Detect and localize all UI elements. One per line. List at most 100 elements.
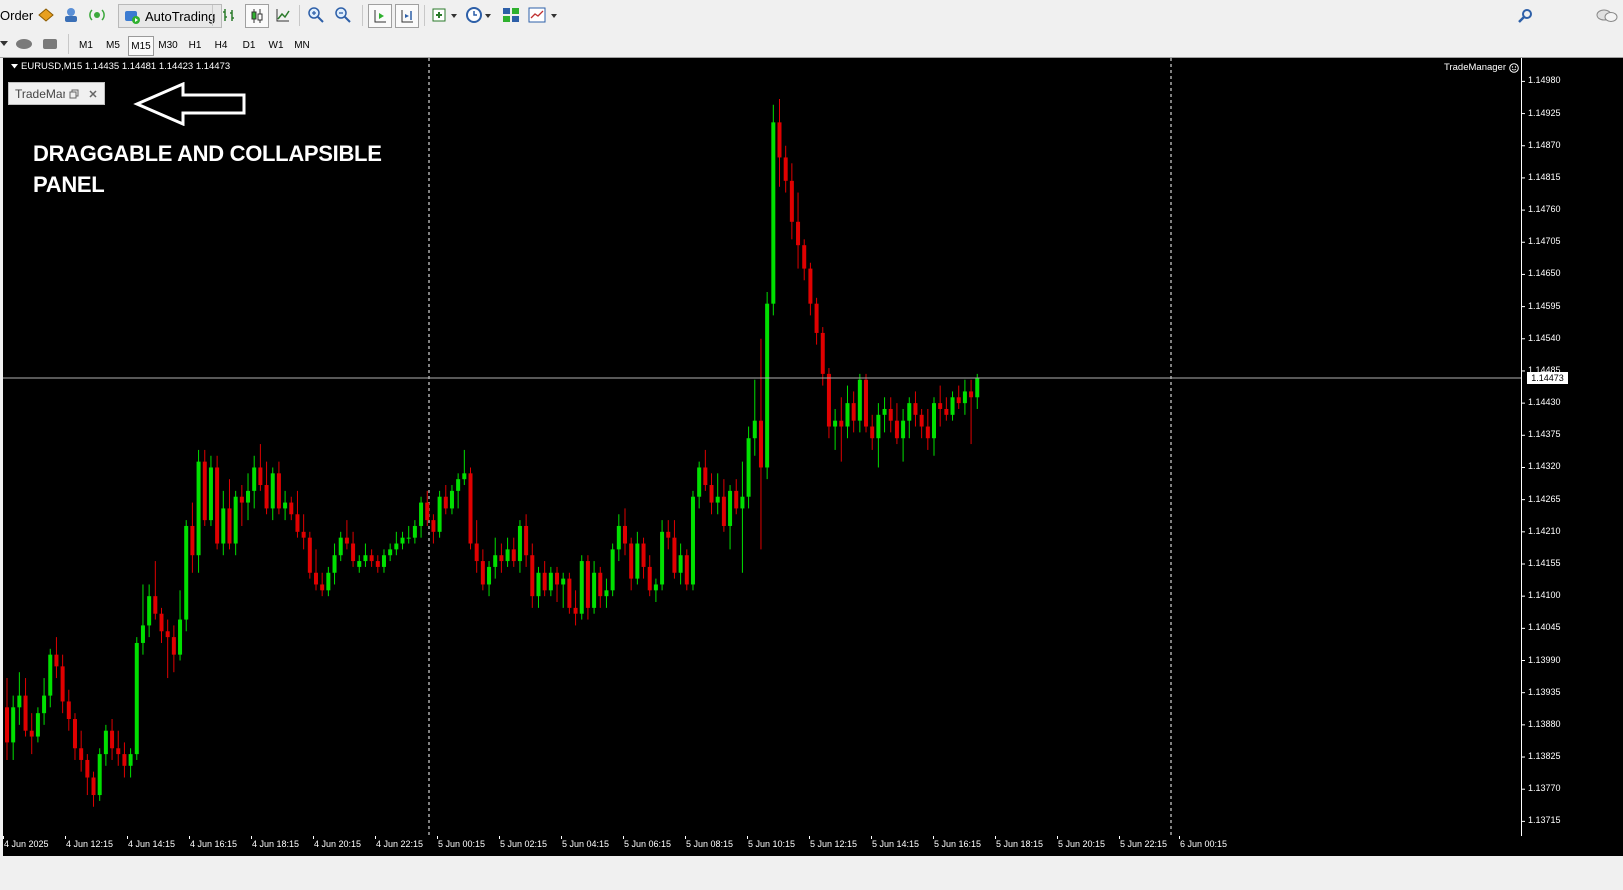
- timeframe-m30[interactable]: M30: [156, 36, 180, 54]
- candle: [66, 689, 71, 731]
- candle: [400, 531, 405, 550]
- candle-body: [425, 502, 430, 521]
- price-tick-label: 1.13715: [1528, 815, 1561, 826]
- candle: [703, 449, 708, 491]
- navigator-icon[interactable]: [60, 4, 82, 26]
- candle-body: [165, 631, 170, 638]
- timeframe-w1[interactable]: W1: [265, 36, 287, 54]
- timeframe-h4[interactable]: H4: [210, 36, 232, 54]
- candle-body: [103, 730, 108, 755]
- candle: [777, 98, 782, 187]
- signals-icon[interactable]: [86, 4, 108, 26]
- profiles-icon[interactable]: [526, 4, 560, 26]
- candle-body: [820, 332, 825, 374]
- autotrading-button[interactable]: AutoTrading: [118, 4, 223, 28]
- candle-body: [585, 561, 590, 608]
- candle: [462, 449, 467, 486]
- price-tick-label: 1.14155: [1528, 557, 1561, 568]
- candle-body: [246, 490, 251, 503]
- candle-body: [635, 543, 640, 579]
- candle-body: [752, 420, 757, 439]
- candle: [690, 490, 695, 591]
- candle-body: [480, 561, 485, 585]
- candle-body: [332, 555, 337, 573]
- line-chart-icon[interactable]: [272, 4, 294, 26]
- time-tick-mark: [65, 836, 66, 839]
- time-tick-label: 5 Jun 12:15: [810, 839, 858, 849]
- candle-body: [579, 561, 584, 614]
- indicators-icon[interactable]: [430, 4, 460, 26]
- timeframe-m1[interactable]: M1: [75, 36, 97, 54]
- price-tick-label: 1.14650: [1528, 268, 1561, 279]
- candle-body: [295, 514, 300, 532]
- candle-body: [629, 543, 634, 579]
- new-order-button[interactable]: Order: [0, 8, 33, 23]
- candle: [54, 637, 59, 679]
- candle: [369, 549, 374, 567]
- restore-icon[interactable]: [69, 89, 79, 99]
- candle: [295, 490, 300, 538]
- candle-body: [276, 473, 281, 509]
- candle: [388, 543, 393, 562]
- market-watch-icon[interactable]: [35, 4, 57, 26]
- candle-body: [505, 549, 510, 562]
- price-tick-label: 1.14265: [1528, 493, 1561, 504]
- candle: [35, 707, 40, 743]
- candle-body: [178, 619, 183, 655]
- candle-body: [882, 408, 887, 415]
- candle: [956, 385, 961, 409]
- time-tick-mark: [313, 836, 314, 839]
- price-tick-label: 1.14870: [1528, 139, 1561, 150]
- candle: [60, 654, 65, 714]
- trademanager-panel[interactable]: TradeManager: [8, 82, 105, 105]
- timeframe-m15[interactable]: M15: [128, 36, 154, 56]
- candle-body: [851, 403, 856, 421]
- candle: [592, 561, 597, 614]
- rectangle-tool-icon[interactable]: [40, 36, 60, 52]
- price-tick-label: 1.14595: [1528, 300, 1561, 311]
- price-chart[interactable]: EURUSD,M15 1.14435 1.14481 1.14423 1.144…: [3, 58, 1623, 836]
- dropdown-arrow-icon[interactable]: [0, 39, 8, 49]
- candle: [839, 397, 844, 462]
- price-tick-label: 1.14320: [1528, 461, 1561, 472]
- timeframe-h1[interactable]: H1: [184, 36, 206, 54]
- candle: [103, 724, 108, 766]
- candle-body: [443, 496, 448, 509]
- periods-icon[interactable]: [464, 4, 494, 26]
- chart-shift-icon[interactable]: [395, 4, 419, 28]
- close-icon[interactable]: [88, 89, 98, 99]
- collapse-arrow-icon[interactable]: [11, 64, 18, 69]
- candle-body: [715, 496, 720, 503]
- time-tick-label: 5 Jun 16:15: [934, 839, 982, 849]
- candle-body: [653, 584, 658, 591]
- ellipse-tool-icon[interactable]: [14, 36, 34, 52]
- candle: [431, 514, 436, 544]
- candlestick-icon[interactable]: [245, 4, 269, 28]
- bar-chart-icon[interactable]: [218, 4, 240, 26]
- timeframe-d1[interactable]: D1: [238, 36, 260, 54]
- autoscroll-icon[interactable]: [368, 4, 392, 28]
- candle-body: [765, 303, 770, 468]
- candle: [221, 490, 226, 556]
- candle: [721, 479, 726, 532]
- candle-body: [54, 654, 59, 667]
- templates-icon[interactable]: [500, 4, 522, 26]
- candle-body: [227, 508, 232, 544]
- price-tick-label: 1.13770: [1528, 783, 1561, 794]
- search-icon[interactable]: [1516, 7, 1534, 25]
- candle-body: [697, 467, 702, 497]
- candle: [740, 461, 745, 573]
- candle: [666, 520, 671, 550]
- bottom-strip: [0, 856, 1623, 890]
- chat-icon[interactable]: [1595, 7, 1619, 25]
- candle-body: [962, 391, 967, 404]
- candle-body: [23, 695, 28, 731]
- zoom-out-icon[interactable]: [332, 4, 354, 26]
- zoom-in-icon[interactable]: [305, 4, 327, 26]
- candle-body: [147, 596, 152, 626]
- timeframe-mn[interactable]: MN: [290, 36, 314, 54]
- timeframe-m5[interactable]: M5: [102, 36, 124, 54]
- candle-body: [542, 572, 547, 591]
- candle-body: [60, 666, 65, 702]
- time-tick-label: 5 Jun 02:15: [500, 839, 548, 849]
